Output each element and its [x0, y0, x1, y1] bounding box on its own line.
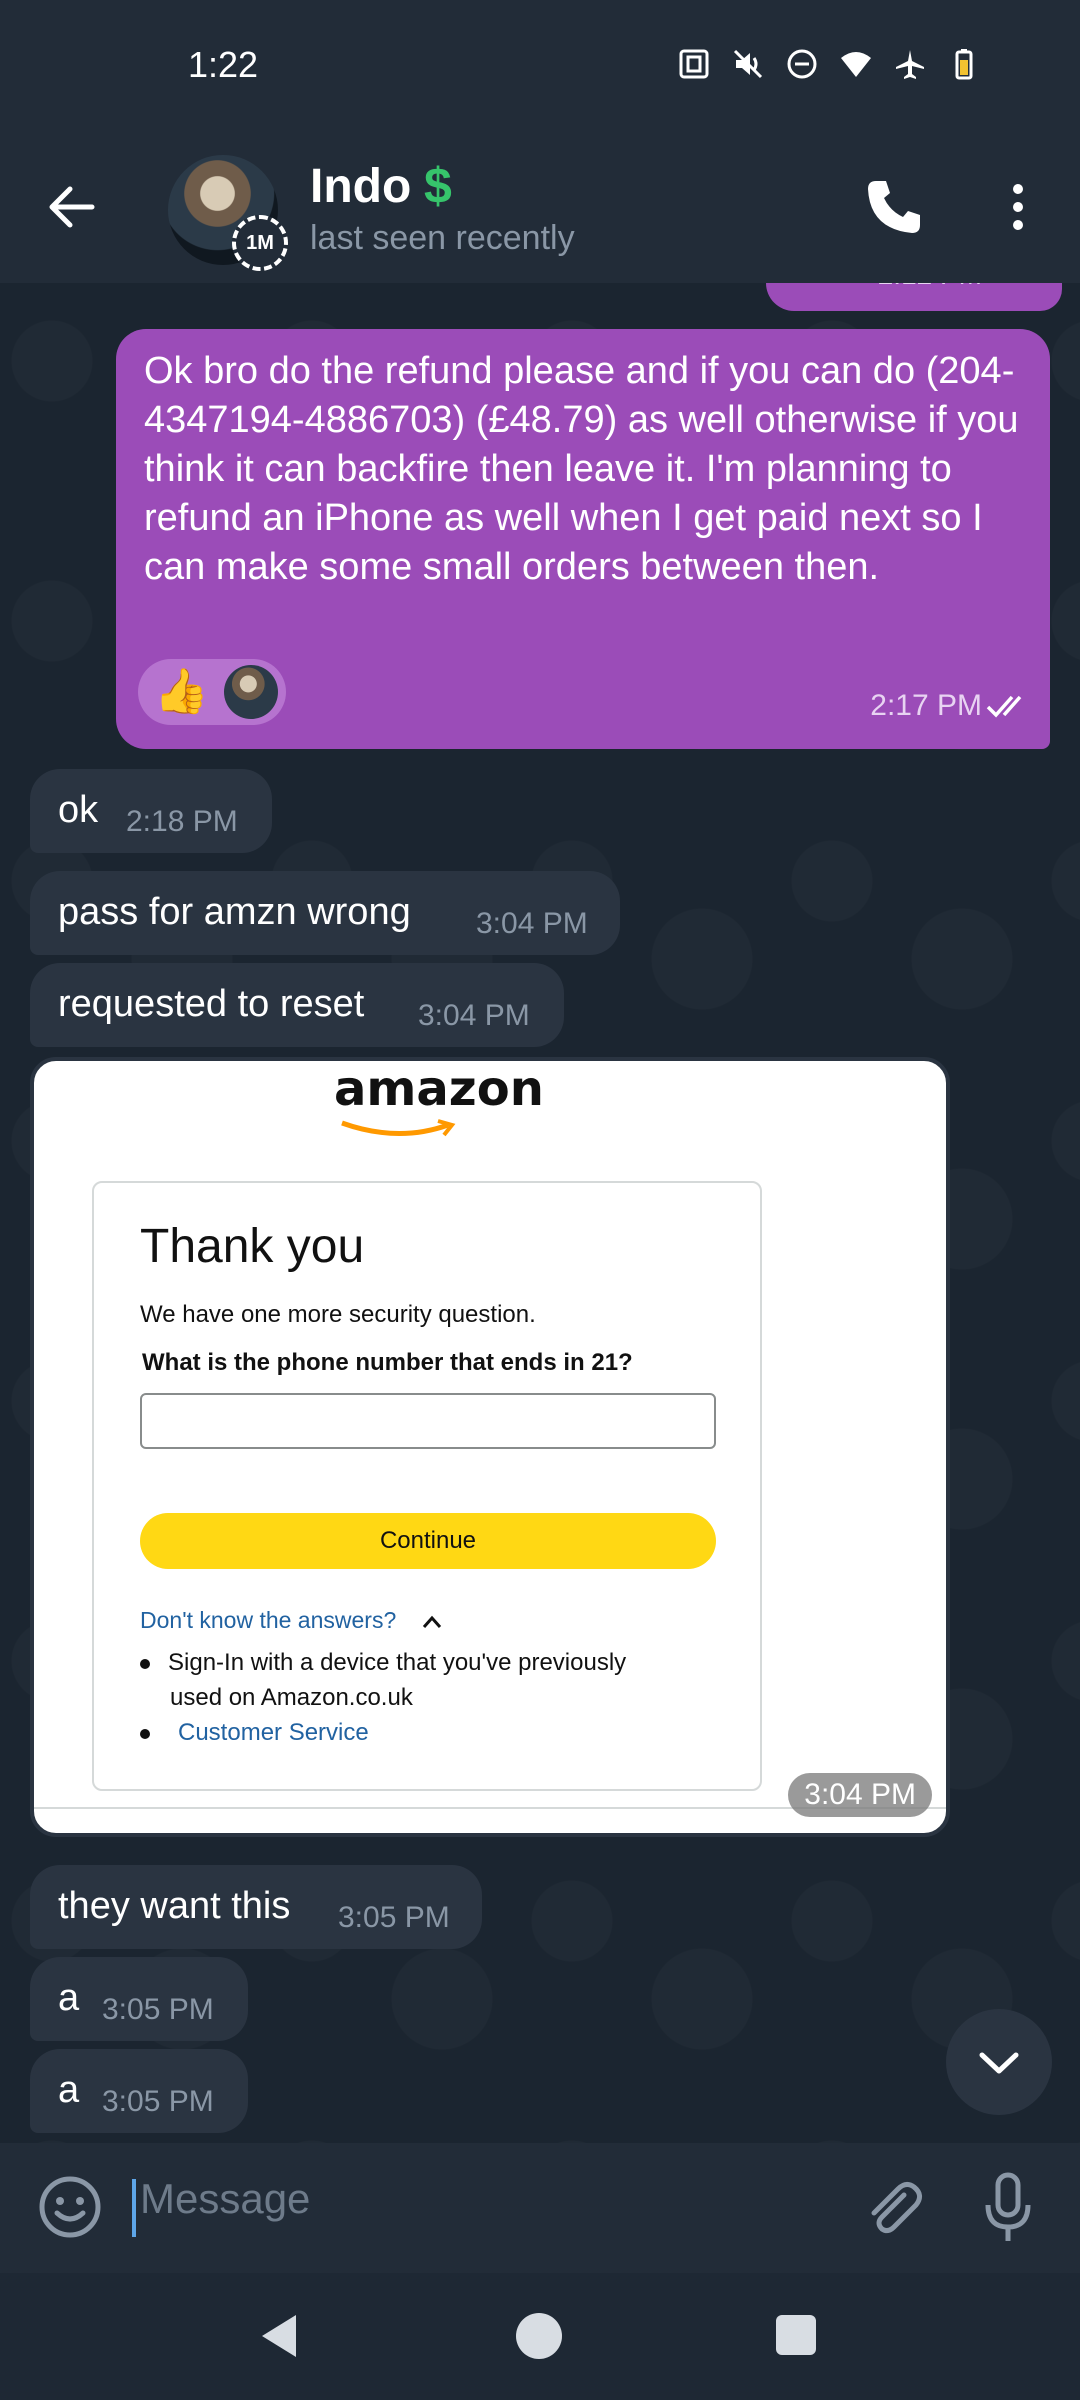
amazon-customer-service-link: Customer Service — [178, 1719, 369, 1746]
paperclip-icon — [871, 2181, 922, 2234]
smile-icon — [39, 2176, 101, 2238]
triangle-back-icon — [262, 2315, 296, 2357]
message-time: 3:04 PM — [418, 999, 530, 1032]
status-bar: 1:22 — [0, 0, 1080, 135]
thumbs-up-icon: 👍 — [154, 667, 209, 716]
amazon-subtitle: We have one more security question. — [140, 1301, 536, 1328]
status-time: 1:22 — [188, 44, 259, 85]
status-icons — [678, 48, 980, 80]
message-text: pass for amzn wrong — [58, 891, 411, 933]
amazon-option-device: Sign-In with a device that you've previo… — [168, 1649, 627, 1676]
nav-home-button[interactable] — [516, 2313, 562, 2359]
nfc-icon — [678, 48, 710, 80]
image-message[interactable]: amazon Thank you We have one more securi… — [30, 1057, 950, 1837]
more-options-button[interactable] — [1000, 175, 1036, 239]
avatar-badge: 1M — [232, 215, 288, 271]
call-button[interactable] — [862, 175, 926, 239]
attach-button[interactable] — [860, 2175, 924, 2239]
message-time: 3:04 PM — [788, 1773, 932, 1817]
contact-status: last seen recently — [310, 219, 575, 257]
reactor-avatar — [224, 665, 278, 719]
message-time: 3:05 PM — [102, 2085, 214, 2118]
chevron-up-icon — [422, 1615, 442, 1628]
nav-recents-button[interactable] — [776, 2315, 816, 2355]
emoji-button[interactable] — [36, 2173, 104, 2241]
outgoing-message-partial[interactable]: 2:12 PM — [766, 283, 1062, 311]
amazon-question: What is the phone number that ends in 21… — [142, 1349, 633, 1376]
system-nav-bar — [0, 2273, 1080, 2400]
read-receipt-icon — [986, 695, 1022, 718]
incoming-message[interactable]: requested to reset 3:04 PM — [30, 963, 564, 1047]
reaction-pill[interactable]: 👍 — [138, 659, 286, 725]
message-time: 3:04 PM — [476, 907, 588, 940]
amazon-logo: amazon — [334, 1061, 544, 1117]
back-button[interactable] — [40, 175, 104, 239]
more-vertical-icon — [1013, 184, 1023, 230]
contact-name[interactable]: Indo — [310, 159, 411, 214]
message-text: ok — [58, 789, 99, 831]
message-time: 2:17 PM — [870, 689, 982, 722]
battery-icon — [948, 48, 980, 80]
text-caret — [132, 2179, 136, 2237]
amazon-option-device-cont: used on Amazon.co.uk — [170, 1684, 413, 1711]
message-text: a — [58, 1977, 80, 2019]
chat-area[interactable]: 2:12 PM Ok bro do the refund please and … — [0, 283, 1080, 2143]
message-time: 3:05 PM — [102, 1993, 214, 2026]
airplane-icon — [894, 48, 926, 80]
microphone-icon — [985, 2172, 1031, 2241]
mute-icon — [732, 48, 764, 80]
amazon-continue-button: Continue — [140, 1513, 716, 1569]
microphone-button[interactable] — [984, 2171, 1032, 2245]
chat-header: 1M Indo $ last seen recently — [0, 135, 1080, 283]
amazon-smile-icon — [341, 1119, 456, 1137]
arrow-left-icon — [49, 186, 95, 228]
chevron-down-icon — [979, 2052, 1019, 2074]
message-text: requested to reset — [58, 983, 365, 1025]
message-text: they want this — [58, 1885, 291, 1927]
message-text: Ok bro do the refund please and if you c… — [144, 350, 1019, 588]
message-input[interactable]: Message — [140, 2175, 310, 2223]
scroll-down-button[interactable] — [946, 2009, 1052, 2115]
amazon-options-list: Sign-In with a device that you've previo… — [140, 1645, 626, 1750]
incoming-message[interactable]: pass for amzn wrong 3:04 PM — [30, 871, 620, 955]
incoming-message[interactable]: they want this 3:05 PM — [30, 1865, 482, 1949]
amazon-card: Thank you We have one more security ques… — [92, 1181, 762, 1791]
dnd-icon — [786, 48, 818, 80]
incoming-message[interactable]: a 3:05 PM — [30, 2049, 248, 2133]
incoming-message[interactable]: ok 2:18 PM — [30, 769, 272, 853]
message-time: 3:05 PM — [338, 1901, 450, 1934]
nav-back-button[interactable] — [256, 2311, 306, 2361]
amazon-help-link: Don't know the answers? — [140, 1607, 397, 1633]
incoming-message[interactable]: a 3:05 PM — [30, 1957, 248, 2041]
phone-icon — [868, 181, 920, 233]
amazon-phone-input — [140, 1393, 716, 1449]
message-time: 2:12 PM — [878, 283, 982, 291]
message-text: a — [58, 2069, 80, 2111]
amazon-title: Thank you — [140, 1220, 365, 1273]
wifi-icon — [840, 48, 872, 80]
outgoing-message[interactable]: Ok bro do the refund please and if you c… — [116, 329, 1050, 749]
dollar-emoji: $ — [424, 158, 452, 214]
message-composer: Message — [0, 2143, 1080, 2273]
message-time: 2:18 PM — [126, 805, 238, 838]
